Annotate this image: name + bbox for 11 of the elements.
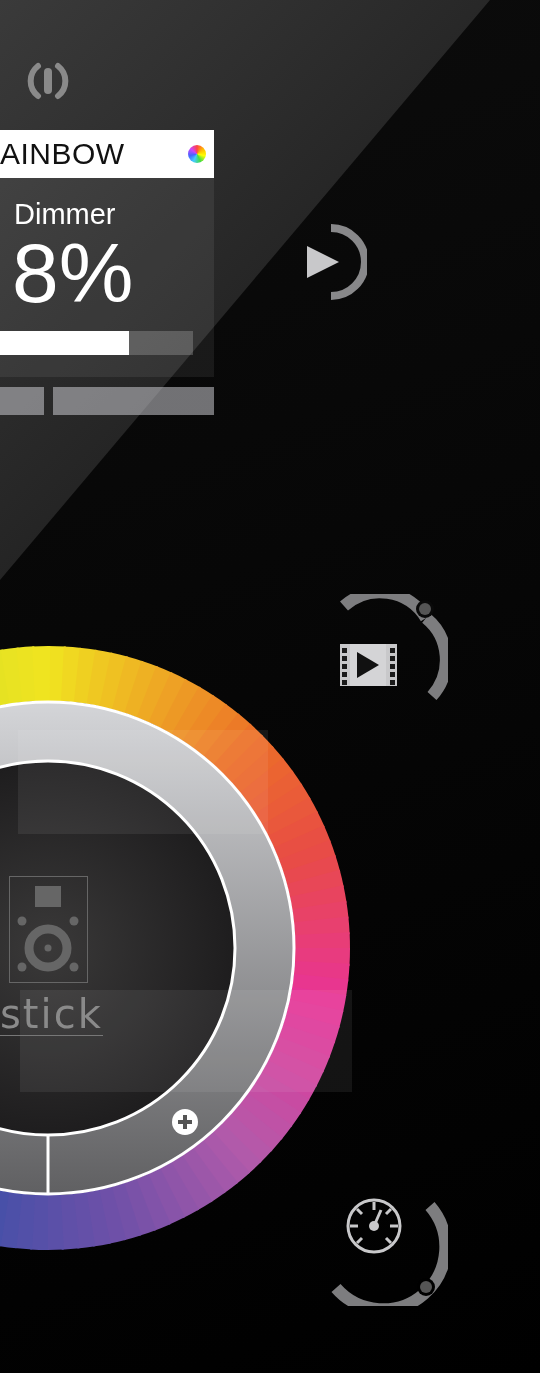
logo-text: stick	[0, 993, 103, 1036]
preset-header[interactable]: AINBOW	[0, 130, 214, 178]
wheel-ring[interactable]	[0, 700, 296, 1196]
preset-name: AINBOW	[0, 137, 125, 171]
plus-icon[interactable]	[172, 1109, 198, 1135]
parameter-label: Dimmer	[13, 197, 117, 231]
dimmer-track[interactable]	[0, 331, 193, 355]
color-dot-icon	[188, 145, 206, 163]
parameter-value: 8%	[11, 231, 135, 315]
speedometer-icon[interactable]	[330, 1196, 448, 1306]
speaker-icon	[9, 876, 88, 983]
